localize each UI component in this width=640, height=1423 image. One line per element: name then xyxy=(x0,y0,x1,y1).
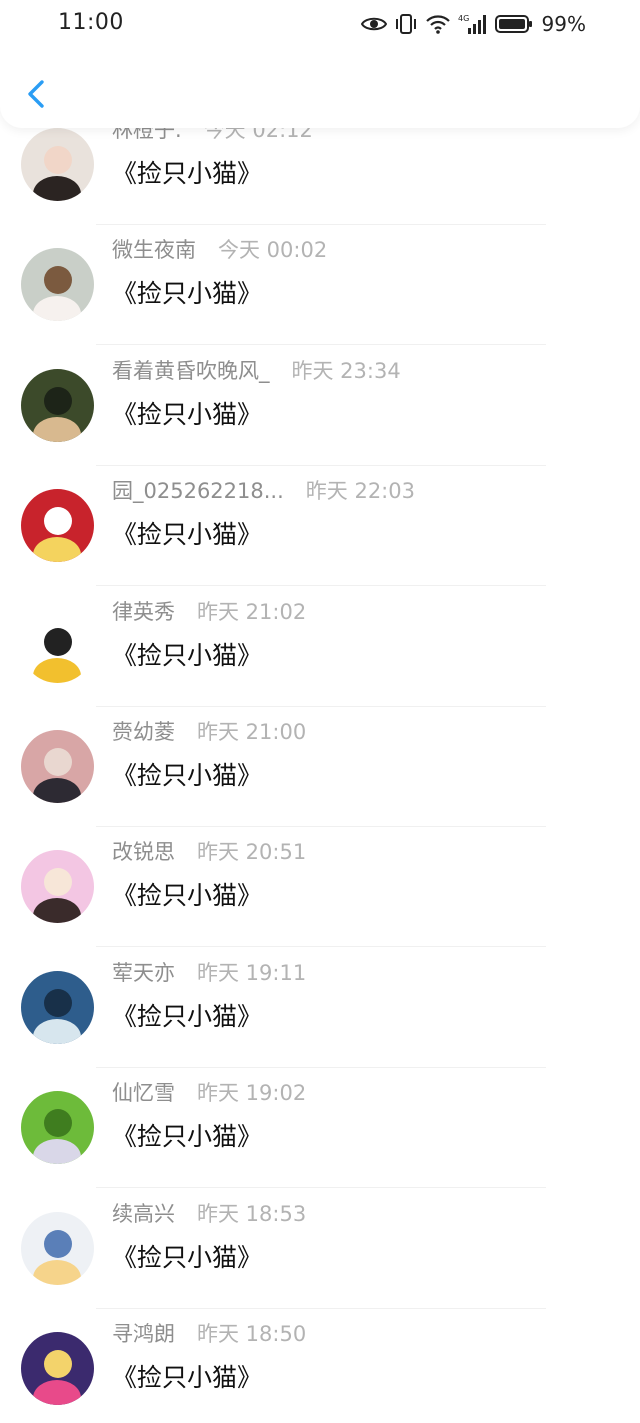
avatar-image xyxy=(21,1211,94,1285)
comment-time: 昨天 21:02 xyxy=(197,599,307,624)
eye-icon xyxy=(360,17,387,31)
avatar-image xyxy=(21,850,94,924)
avatar-image xyxy=(21,368,94,442)
comment-time: 昨天 22:03 xyxy=(305,479,415,504)
avatar[interactable] xyxy=(21,609,94,683)
avatar-image xyxy=(21,128,94,201)
avatar-image xyxy=(21,1091,94,1165)
comment-text: 《捡只小猫》 xyxy=(112,399,263,429)
comment-time: 今天 00:02 xyxy=(218,238,328,263)
status-icons: 4G 99% xyxy=(360,10,586,38)
status-bar: 11:00 4G 99% xyxy=(0,0,640,48)
comment-text: 《捡只小猫》 xyxy=(112,1363,263,1392)
row-divider xyxy=(96,1187,546,1189)
avatar-image xyxy=(21,1332,94,1405)
battery-percent: 99% xyxy=(541,12,586,36)
avatar-image xyxy=(21,730,94,803)
comment-item[interactable]: 林橙子. 今天 02:12 《捡只小猫》 xyxy=(0,118,640,248)
avatar[interactable] xyxy=(21,128,94,201)
comment-item[interactable]: 看着黄昏吹晚风_ 昨天 23:34 《捡只小猫》 xyxy=(0,359,640,489)
comment-meta: 改锐思 昨天 20:51 xyxy=(112,836,306,866)
commenter-name[interactable]: 园_025262218... xyxy=(112,479,284,503)
comment-time: 昨天 19:11 xyxy=(197,960,307,985)
avatar[interactable] xyxy=(21,730,94,803)
comment-item[interactable]: 园_025262218... 昨天 22:03 《捡只小猫》 xyxy=(0,479,640,609)
avatar[interactable] xyxy=(21,970,94,1044)
commenter-name[interactable]: 微生夜南 xyxy=(112,238,196,262)
comment-text: 《捡只小猫》 xyxy=(112,1001,263,1031)
avatar-image xyxy=(21,970,94,1044)
comment-item[interactable]: 律英秀 昨天 21:02 《捡只小猫》 xyxy=(0,600,640,730)
chevron-left-icon xyxy=(28,80,44,108)
wifi-icon xyxy=(425,15,450,34)
commenter-name[interactable]: 赍幼菱 xyxy=(112,720,175,744)
comment-text: 《捡只小猫》 xyxy=(112,881,263,911)
comment-text: 《捡只小猫》 xyxy=(112,520,263,550)
avatar-image xyxy=(21,609,94,683)
comment-meta: 寻鸿朗 昨天 18:50 xyxy=(112,1318,306,1348)
commenter-name[interactable]: 荤天亦 xyxy=(112,961,175,985)
comment-text: 《捡只小猫》 xyxy=(112,761,263,790)
row-divider xyxy=(96,585,546,587)
comment-item[interactable]: 续高兴 昨天 18:53 《捡只小猫》 xyxy=(0,1202,640,1332)
row-divider xyxy=(96,1307,546,1309)
comment-meta: 荤天亦 昨天 19:11 xyxy=(112,957,306,987)
avatar[interactable] xyxy=(21,489,94,563)
comment-item[interactable]: 改锐思 昨天 20:51 《捡只小猫》 xyxy=(0,840,640,970)
cellular-signal-icon: 4G xyxy=(458,14,486,34)
row-divider xyxy=(96,344,546,346)
avatar[interactable] xyxy=(21,850,94,924)
comment-list[interactable]: 林橙子. 今天 02:12 《捡只小猫》 微生夜南 今天 00:02 《捡只小猫》 看着黄昏… xyxy=(0,0,640,1423)
comment-item[interactable]: 寻鸿朗 昨天 18:50 《捡只小猫》 xyxy=(0,1322,640,1423)
commenter-name[interactable]: 律英秀 xyxy=(112,600,175,624)
comment-time: 昨天 18:50 xyxy=(197,1322,307,1346)
avatar[interactable] xyxy=(21,368,94,442)
row-divider xyxy=(96,224,546,225)
commenter-name[interactable]: 寻鸿朗 xyxy=(112,1322,175,1346)
row-divider xyxy=(96,705,546,707)
comment-meta: 仙忆雪 昨天 19:02 xyxy=(112,1077,306,1107)
comment-time: 昨天 21:00 xyxy=(197,720,307,744)
row-divider xyxy=(96,826,546,827)
row-divider xyxy=(96,946,546,948)
comment-item[interactable]: 微生夜南 今天 00:02 《捡只小猫》 xyxy=(0,238,640,368)
comment-time: 昨天 23:34 xyxy=(291,358,401,383)
comment-item[interactable]: 仙忆雪 昨天 19:02 《捡只小猫》 xyxy=(0,1081,640,1211)
comment-text: 《捡只小猫》 xyxy=(112,1122,263,1152)
avatar-image xyxy=(21,248,94,322)
row-divider xyxy=(96,1066,546,1068)
back-button[interactable] xyxy=(18,74,54,114)
comment-text: 《捡只小猫》 xyxy=(112,640,263,670)
avatar[interactable] xyxy=(21,1211,94,1285)
comment-text: 《捡只小猫》 xyxy=(112,1242,263,1272)
comment-item[interactable]: 荤天亦 昨天 19:11 《捡只小猫》 xyxy=(0,961,640,1091)
comment-meta: 微生夜南 今天 00:02 xyxy=(112,234,327,264)
comment-text: 《捡只小猫》 xyxy=(112,159,263,188)
comment-meta: 看着黄昏吹晚风_ 昨天 23:34 xyxy=(112,355,401,385)
comment-meta: 律英秀 昨天 21:02 xyxy=(112,596,306,626)
comment-time: 昨天 18:53 xyxy=(197,1201,307,1226)
comment-meta: 赍幼菱 昨天 21:00 xyxy=(112,716,306,746)
avatar[interactable] xyxy=(21,1091,94,1165)
comment-time: 昨天 20:51 xyxy=(197,840,307,865)
vibrate-icon xyxy=(395,14,416,34)
battery-icon xyxy=(494,15,532,33)
app-screen: 林橙子. 今天 02:12 《捡只小猫》 微生夜南 今天 00:02 《捡只小猫》 看着黄昏… xyxy=(0,0,640,1423)
comment-text: 《捡只小猫》 xyxy=(112,279,263,309)
row-divider xyxy=(96,464,546,466)
commenter-name[interactable]: 仙忆雪 xyxy=(112,1081,175,1105)
commenter-name[interactable]: 改锐思 xyxy=(112,840,175,864)
avatar-image xyxy=(21,489,94,563)
avatar[interactable] xyxy=(21,1332,94,1405)
comment-item[interactable]: 赍幼菱 昨天 21:00 《捡只小猫》 xyxy=(0,720,640,850)
comment-meta: 续高兴 昨天 18:53 xyxy=(112,1198,306,1228)
status-time: 11:00 xyxy=(58,10,124,35)
commenter-name[interactable]: 看着黄昏吹晚风_ xyxy=(112,359,270,383)
avatar[interactable] xyxy=(21,248,94,322)
commenter-name[interactable]: 续高兴 xyxy=(112,1202,175,1226)
network-type-label: 4G xyxy=(458,14,469,23)
comment-meta: 园_025262218... 昨天 22:03 xyxy=(112,475,415,505)
comment-time: 昨天 19:02 xyxy=(197,1081,307,1106)
